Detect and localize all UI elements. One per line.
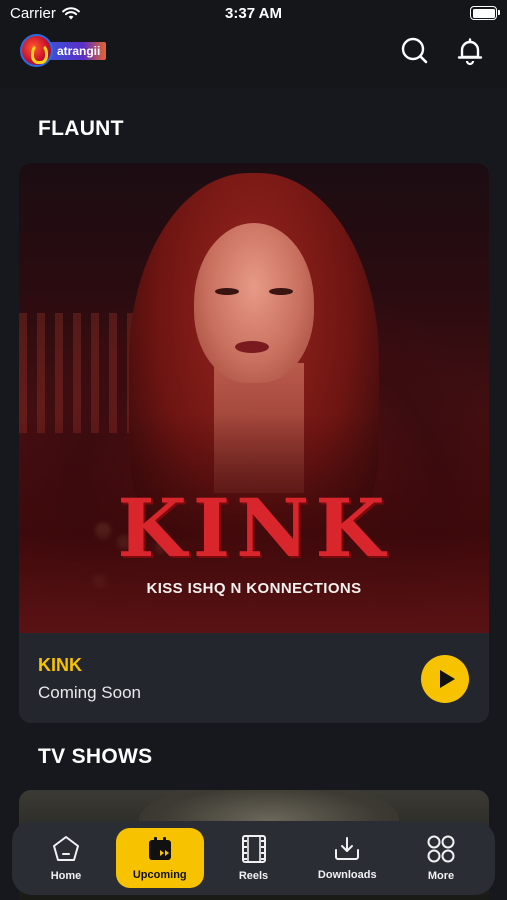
- status-time: 3:37 AM: [225, 5, 282, 22]
- show-status: Coming Soon: [38, 683, 142, 702]
- bell-icon[interactable]: [455, 36, 485, 66]
- status-bar: Carrier 3:37 AM: [0, 0, 507, 28]
- app-logo[interactable]: atrangii: [20, 34, 107, 67]
- section-title-tv-shows: TV SHOWS: [38, 745, 153, 768]
- app-header: atrangii: [0, 28, 507, 88]
- nav-downloads-label: Downloads: [317, 869, 377, 881]
- nav-home[interactable]: Home: [22, 828, 110, 888]
- nav-home-label: Home: [50, 870, 82, 882]
- home-icon: [53, 836, 79, 861]
- featured-card[interactable]: KINK KISS ISHQ N KONNECTIONS KINK Coming…: [19, 163, 489, 723]
- poster-subtitle: KISS ISHQ N KONNECTIONS: [146, 580, 362, 597]
- poster-image[interactable]: KINK KISS ISHQ N KONNECTIONS: [19, 163, 489, 633]
- play-button[interactable]: [421, 655, 469, 703]
- battery-icon: [470, 6, 500, 20]
- bottom-nav: Home Upcoming Reels Downloads More: [12, 821, 495, 895]
- nav-more[interactable]: More: [397, 828, 485, 888]
- search-icon[interactable]: [400, 36, 430, 66]
- show-title: KINK: [38, 655, 82, 675]
- download-icon: [335, 837, 360, 860]
- nav-reels[interactable]: Reels: [210, 828, 298, 888]
- logo-mark-icon: [20, 34, 53, 67]
- calendar-play-icon: [148, 837, 171, 860]
- nav-downloads[interactable]: Downloads: [303, 828, 391, 888]
- poster-title: KINK: [117, 481, 391, 575]
- nav-upcoming[interactable]: Upcoming: [115, 828, 204, 888]
- grid-icon: [427, 835, 455, 863]
- nav-reels-label: Reels: [238, 870, 269, 882]
- section-title-flaunt: FLAUNT: [38, 117, 124, 140]
- nav-more-label: More: [427, 870, 455, 882]
- nav-upcoming-label: Upcoming: [132, 869, 187, 881]
- logo-wordmark: atrangii: [49, 41, 107, 60]
- card-info: KINK Coming Soon: [19, 633, 489, 723]
- film-reel-icon: [241, 835, 266, 863]
